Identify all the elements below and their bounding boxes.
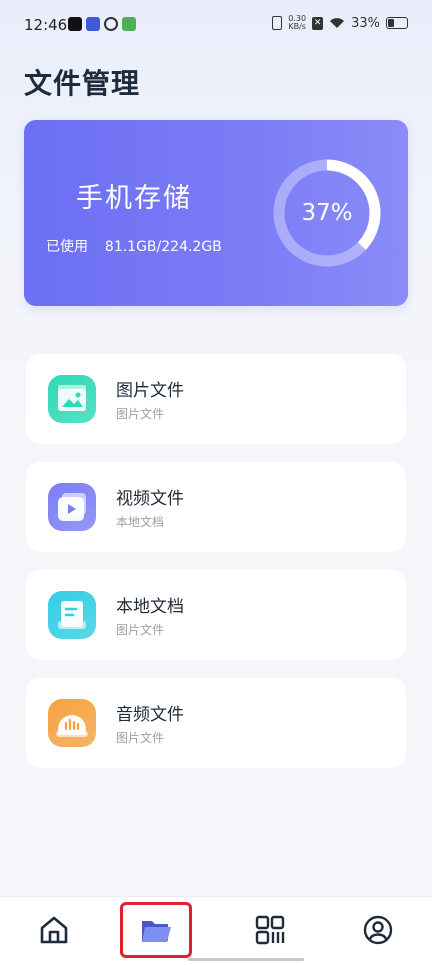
- category-title: 音频文件: [116, 705, 184, 725]
- vibrate-icon: [272, 16, 283, 30]
- category-title: 视频文件: [116, 489, 184, 509]
- category-subtitle: 图片文件: [116, 731, 165, 745]
- category-title: 本地文档: [116, 597, 184, 617]
- tiktok-icon: [68, 17, 82, 31]
- battery-percent: 33%: [351, 15, 380, 31]
- bottom-navigation: [0, 896, 432, 965]
- wifi-icon: [330, 18, 345, 28]
- storage-used-label: 已使用: [46, 239, 88, 255]
- phone-storage-card[interactable]: 手机存储 已使用 81.1GB/224.2GB 37%: [24, 120, 408, 306]
- nav-home[interactable]: [31, 907, 77, 953]
- selection-highlight: [120, 902, 192, 958]
- nav-apps[interactable]: [247, 907, 293, 953]
- link-icon: [104, 17, 118, 31]
- status-bar: 12:46 0.30 KB/s ✕ 33%: [0, 0, 432, 50]
- audio-icon: [48, 699, 96, 747]
- no-sim-icon: ✕: [312, 16, 324, 30]
- category-video-files[interactable]: 视频文件 本地文档: [26, 462, 406, 552]
- category-local-documents[interactable]: 本地文档 图片文件: [26, 570, 406, 660]
- home-indicator[interactable]: [188, 958, 304, 961]
- net-speed-unit: KB/s: [288, 22, 306, 31]
- nav-profile[interactable]: [355, 907, 401, 953]
- video-icon: [48, 483, 96, 531]
- game-icon: [122, 17, 136, 31]
- storage-title: 手机存储: [76, 183, 192, 214]
- category-subtitle: 图片文件: [116, 623, 165, 637]
- storage-used-value: 81.1GB/224.2GB: [104, 239, 222, 255]
- net-speed: 0.30 KB/s: [288, 15, 306, 31]
- app-notification-icon: [86, 17, 100, 31]
- document-icon: [48, 591, 96, 639]
- category-title: 图片文件: [116, 381, 184, 401]
- image-icon: [48, 375, 96, 423]
- battery-icon: [386, 17, 408, 29]
- category-image-files[interactable]: 图片文件 图片文件: [26, 354, 406, 444]
- home-icon: [40, 916, 68, 944]
- category-subtitle: 本地文档: [116, 515, 165, 529]
- status-time: 12:46: [24, 16, 68, 34]
- status-right: 0.30 KB/s ✕ 33%: [272, 15, 408, 31]
- storage-usage: 已使用 81.1GB/224.2GB: [46, 236, 222, 256]
- category-audio-files[interactable]: 音频文件 图片文件: [26, 678, 406, 768]
- profile-icon: [363, 915, 393, 945]
- page-title: 文件管理: [24, 67, 141, 100]
- apps-grid-icon: [255, 915, 285, 945]
- storage-percent: 37%: [301, 200, 353, 226]
- category-subtitle: 图片文件: [116, 407, 165, 421]
